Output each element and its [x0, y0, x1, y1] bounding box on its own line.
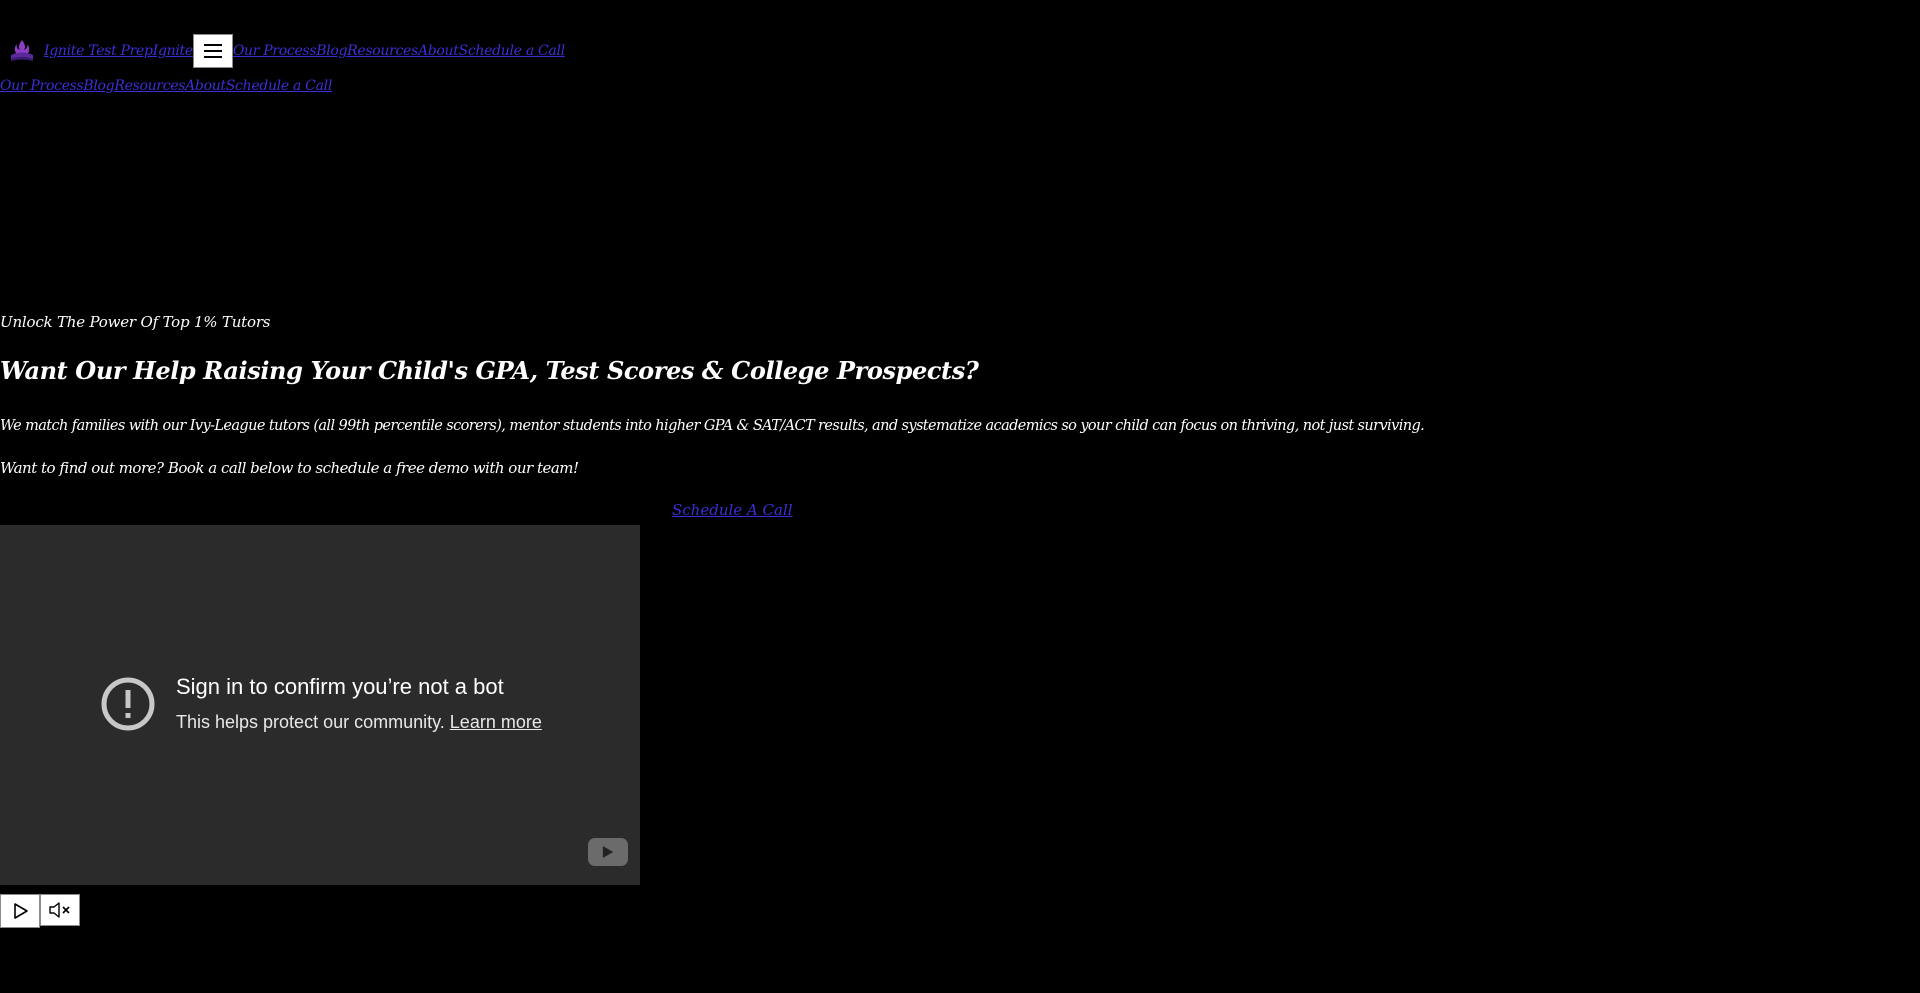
nav-about[interactable]: About [418, 43, 459, 59]
hero-headline: Want Our Help Raising Your Child's GPA, … [0, 356, 979, 385]
muted-speaker-icon [49, 902, 70, 918]
mobile-nav-resources[interactable]: Resources [114, 78, 185, 94]
play-button[interactable] [0, 894, 40, 928]
mute-button[interactable] [40, 894, 80, 926]
exclamation-circle-icon [101, 677, 155, 731]
youtube-play-icon [602, 846, 614, 858]
nav-blog[interactable]: Blog [316, 43, 347, 59]
nav-resources[interactable]: Resources [347, 43, 418, 59]
header-nav: Ignite Test Prep Ignite Our Process Blog… [8, 34, 565, 68]
mobile-nav-schedule-call[interactable]: Schedule a Call [226, 78, 333, 94]
hero-eyebrow: Unlock The Power Of Top 1% Tutors [0, 313, 271, 331]
mobile-nav: Our ProcessBlogResourcesAboutSchedule a … [0, 75, 332, 94]
play-icon [14, 903, 28, 919]
video-subtitle-text: This helps protect our community. [176, 712, 445, 732]
youtube-button[interactable] [588, 838, 628, 866]
mobile-nav-blog[interactable]: Blog [83, 78, 114, 94]
video-message: Sign in to confirm you’re not a bot This… [176, 674, 542, 733]
brand-short-link[interactable]: Ignite [153, 43, 193, 59]
hamburger-menu-icon [203, 44, 222, 58]
video-title: Sign in to confirm you’re not a bot [176, 674, 504, 699]
menu-toggle-button[interactable] [192, 34, 233, 68]
mobile-nav-our-process[interactable]: Our Process [0, 78, 84, 94]
hero-description: We match families with our Ivy-League tu… [0, 418, 1425, 434]
video-subtitle: This helps protect our community. Learn … [176, 712, 542, 733]
nav-schedule-call[interactable]: Schedule a Call [459, 43, 566, 59]
mobile-nav-about[interactable]: About [185, 78, 226, 94]
learn-more-link[interactable]: Learn more [450, 712, 542, 732]
nav-our-process[interactable]: Our Process [233, 43, 317, 59]
schedule-call-link[interactable]: Schedule A Call [672, 501, 793, 519]
brand-link[interactable]: Ignite Test Prep [44, 43, 153, 59]
ignite-logo-icon[interactable] [8, 37, 36, 65]
hero-cta-text: Want to find out more? Book a call below… [0, 459, 579, 477]
